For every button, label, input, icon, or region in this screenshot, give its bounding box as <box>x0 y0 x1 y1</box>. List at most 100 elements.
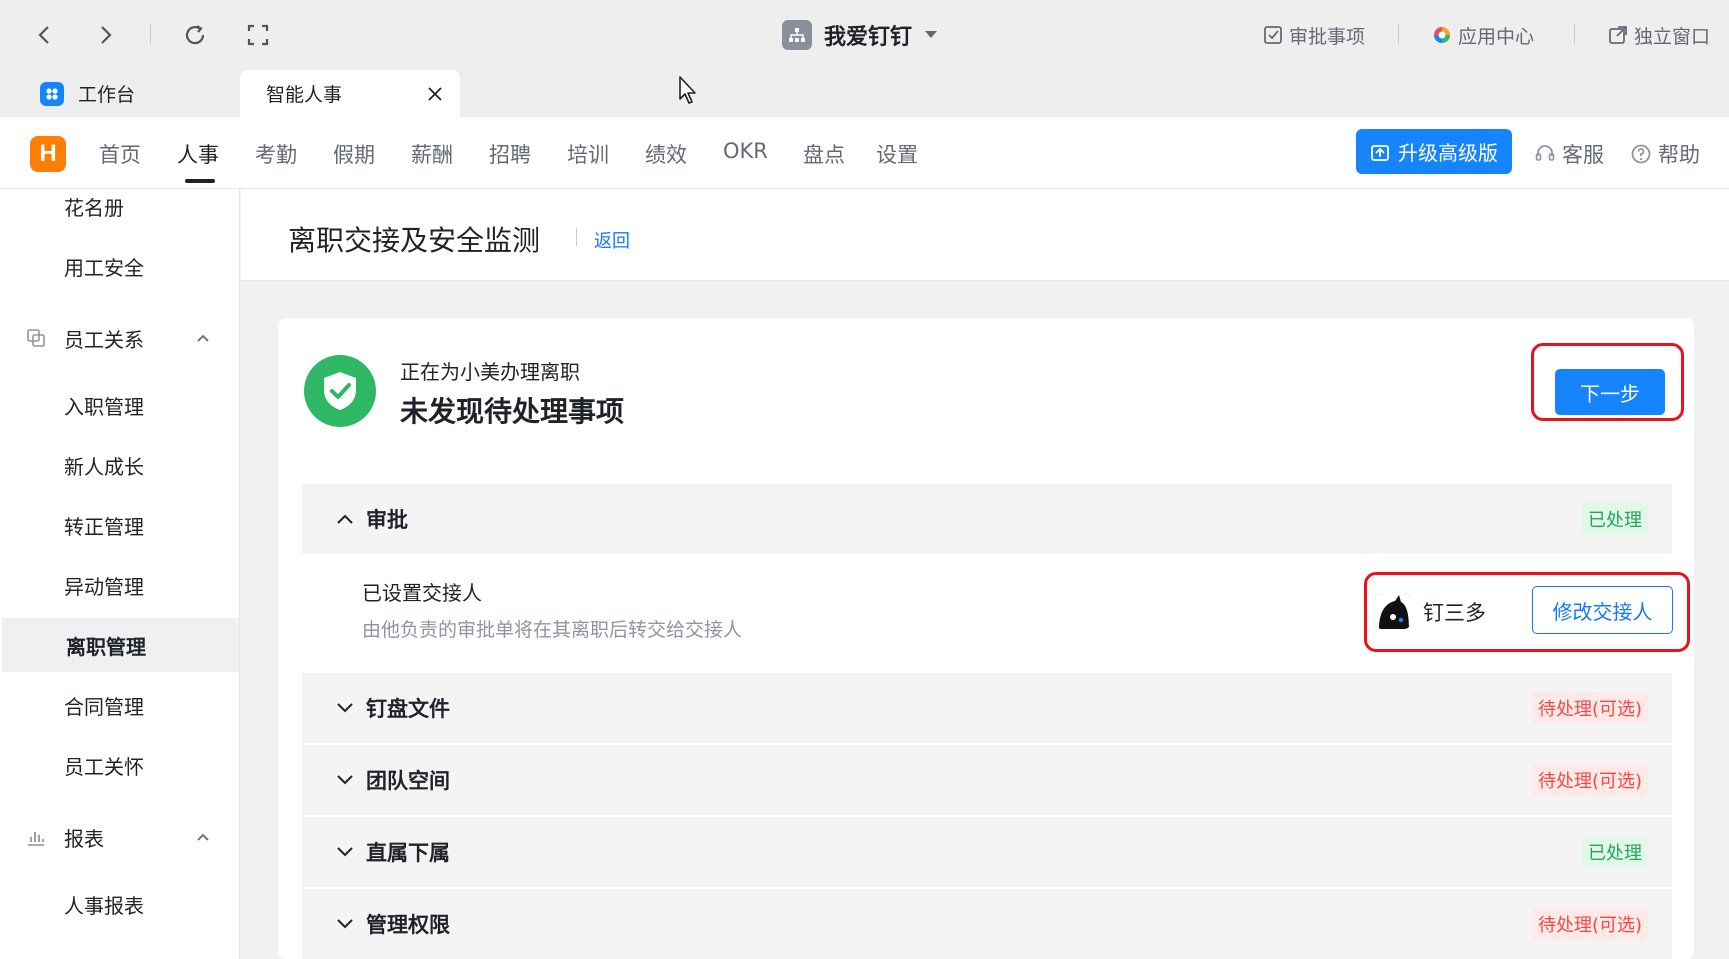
nav-salary[interactable]: 薪酬 <box>411 139 453 169</box>
back-link[interactable]: 返回 <box>594 227 630 253</box>
sidebar-item-regularization[interactable]: 转正管理 <box>0 498 239 552</box>
section-label: 审批 <box>366 508 408 532</box>
workbench-icon <box>40 81 64 106</box>
sidebar-item-label: 入职管理 <box>64 394 144 419</box>
nav-active-indicator <box>185 179 215 183</box>
help-label: 帮助 <box>1658 143 1700 167</box>
org-name: 我爱钉钉 <box>824 25 913 50</box>
sidebar-item-contract[interactable]: 合同管理 <box>0 678 239 732</box>
sidebar-group-employee-relations[interactable]: 员工关系 <box>0 311 239 365</box>
tab-label: 工作台 <box>78 84 136 106</box>
sidebar-item-label: 用工安全 <box>64 255 144 280</box>
tab-smart-hr[interactable]: 智能人事 <box>240 70 460 117</box>
avatar <box>1375 593 1411 629</box>
sidebar-item-label: 异动管理 <box>64 574 144 599</box>
chevron-down-icon <box>337 847 353 857</box>
sidebar-item-label: 员工关怀 <box>64 754 144 779</box>
help-link[interactable]: 帮助 <box>1630 139 1700 169</box>
status-badge: 待处理(可选) <box>1531 908 1648 940</box>
sidebar-group-reports[interactable]: 报表 <box>0 810 239 864</box>
status-badge: 待处理(可选) <box>1531 692 1648 724</box>
nav-home[interactable]: 首页 <box>99 139 141 169</box>
nav-performance[interactable]: 绩效 <box>645 139 687 169</box>
title-bar: 我爱钉钉 审批事项 应用中心 独立窗口 <box>0 0 1729 70</box>
sidebar-item-label: 合同管理 <box>64 694 144 719</box>
nav-okr[interactable]: OKR <box>723 139 768 163</box>
section-team-space[interactable]: 团队空间 待处理(可选) <box>302 745 1672 815</box>
app-nav: H 首页 人事 考勤 假期 薪酬 招聘 培训 绩效 OKR 盘点 设置 升级高级… <box>0 117 1729 189</box>
sidebar-item-transfer[interactable]: 异动管理 <box>0 558 239 612</box>
app-logo: H <box>30 136 66 172</box>
nav-training[interactable]: 培训 <box>567 139 609 169</box>
approval-label: 审批事项 <box>1289 25 1366 48</box>
external-window-icon <box>1609 26 1627 44</box>
sidebar-item-care[interactable]: 员工关怀 <box>0 738 239 792</box>
sidebar-item-newcomer-growth[interactable]: 新人成长 <box>0 438 239 492</box>
group-label: 报表 <box>64 826 104 851</box>
refresh-icon[interactable] <box>178 18 212 52</box>
handover-description: 由他负责的审批单将在其离职后转交给交接人 <box>362 619 743 641</box>
upgrade-icon <box>1371 144 1389 161</box>
status-badge: 待处理(可选) <box>1531 764 1648 796</box>
tab-label: 智能人事 <box>266 84 343 106</box>
sidebar-item-roster[interactable]: 花名册 <box>0 189 239 233</box>
section-label: 团队空间 <box>366 769 450 793</box>
headset-icon <box>1535 145 1555 161</box>
service-label: 客服 <box>1562 143 1604 167</box>
sidebar-item-label: 转正管理 <box>64 514 144 539</box>
close-icon[interactable] <box>428 87 442 101</box>
page-title: 离职交接及安全监测 <box>288 224 541 257</box>
sidebar-item-onboarding[interactable]: 入职管理 <box>0 378 239 432</box>
nav-settings[interactable]: 设置 <box>876 139 918 169</box>
section-direct-reports[interactable]: 直属下属 已处理 <box>302 817 1672 887</box>
customer-service-link[interactable]: 客服 <box>1534 139 1604 169</box>
status-badge: 已处理 <box>1582 503 1648 535</box>
sidebar-item-resignation[interactable]: 离职管理 <box>2 618 239 672</box>
group-label: 员工关系 <box>64 327 144 352</box>
section-admin-permissions[interactable]: 管理权限 待处理(可选) <box>302 889 1672 959</box>
nav-inventory[interactable]: 盘点 <box>803 139 845 169</box>
back-icon[interactable] <box>27 18 61 52</box>
change-handover-button[interactable]: 修改交接人 <box>1532 586 1673 634</box>
divider <box>576 228 577 246</box>
caret-down-icon <box>925 31 938 38</box>
section-label: 管理权限 <box>366 913 450 937</box>
handover-title: 已设置交接人 <box>362 581 482 605</box>
upgrade-label: 升级高级版 <box>1398 141 1498 165</box>
status-headline: 未发现待处理事项 <box>400 395 625 428</box>
org-switcher[interactable]: 我爱钉钉 <box>782 18 938 52</box>
section-approval[interactable]: 审批 已处理 <box>302 484 1672 554</box>
divider <box>1398 24 1399 44</box>
app-center-label: 应用中心 <box>1458 25 1535 48</box>
chevron-up-icon <box>337 514 353 524</box>
mouse-cursor-icon <box>679 76 696 104</box>
chevron-up-icon <box>197 334 209 342</box>
section-drive-files[interactable]: 钉盘文件 待处理(可选) <box>302 673 1672 743</box>
sidebar: 花名册 用工安全 员工关系 入职管理 新人成长 转正管理 异动管理 离职管理 合… <box>0 189 240 959</box>
sidebar-item-hr-report[interactable]: 人事报表 <box>0 877 239 931</box>
chevron-down-icon <box>337 775 353 785</box>
next-step-button[interactable]: 下一步 <box>1555 369 1665 415</box>
nav-recruit[interactable]: 招聘 <box>489 139 531 169</box>
approval-link[interactable]: 审批事项 <box>1263 20 1365 50</box>
checkbox-icon <box>1264 26 1282 44</box>
handover-person-name: 钉三多 <box>1423 601 1486 625</box>
fullscreen-icon[interactable] <box>241 18 275 52</box>
nav-leave[interactable]: 假期 <box>333 139 375 169</box>
forward-icon[interactable] <box>89 18 123 52</box>
sidebar-item-label: 新人成长 <box>64 454 144 479</box>
standalone-label: 独立窗口 <box>1634 25 1711 48</box>
upgrade-button[interactable]: 升级高级版 <box>1356 129 1512 174</box>
tab-bar: 工作台 智能人事 <box>0 70 1729 117</box>
standalone-window-link[interactable]: 独立窗口 <box>1608 20 1710 50</box>
nav-hr[interactable]: 人事 <box>177 139 219 169</box>
tab-workbench[interactable]: 工作台 <box>40 70 135 117</box>
sidebar-item-employment-safety[interactable]: 用工安全 <box>0 239 239 293</box>
resignation-card: 正在为小美办理离职 未发现待处理事项 下一步 审批 已处理 已设置交接人 由他负… <box>278 318 1694 959</box>
sidebar-item-label: 人事报表 <box>64 893 144 918</box>
chevron-down-icon <box>337 919 353 929</box>
section-label: 钉盘文件 <box>366 697 450 721</box>
app-center-link[interactable]: 应用中心 <box>1432 20 1534 50</box>
chevron-down-icon <box>337 703 353 713</box>
nav-attendance[interactable]: 考勤 <box>255 139 297 169</box>
